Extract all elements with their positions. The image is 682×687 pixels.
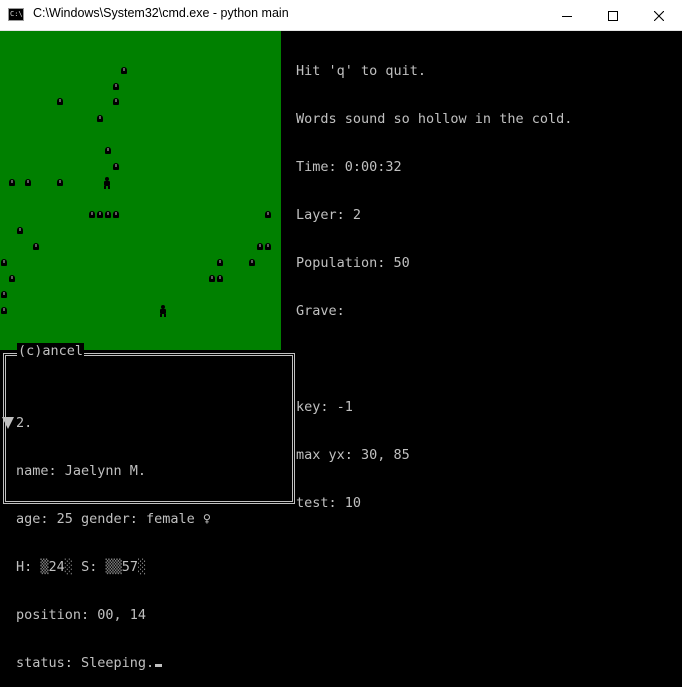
time-readout: Time: 0:00:32 <box>296 159 402 175</box>
character-stats: H: ▒24░ S: ▒▒57░ <box>16 559 211 575</box>
max-yx-readout: max yx: 30, 85 <box>296 447 410 463</box>
grave-icon <box>121 67 127 74</box>
sanity-label: S: <box>72 559 106 575</box>
health-label: H: <box>16 559 41 575</box>
maximize-button[interactable] <box>590 0 636 31</box>
grave-icon <box>265 211 271 218</box>
grave-icon <box>113 211 119 218</box>
grave-icon <box>1 259 7 266</box>
grave-icon <box>113 163 119 170</box>
grave-icon <box>33 243 39 250</box>
person-icon <box>159 305 167 317</box>
population-readout: Population: 50 <box>296 255 410 271</box>
grave-icon <box>265 243 271 250</box>
grave-icon <box>89 211 95 218</box>
grave-icon <box>1 291 7 298</box>
scroll-down-arrow-icon[interactable] <box>2 417 14 429</box>
character-status-line: status: Sleeping. <box>16 655 211 671</box>
grave-icon <box>113 83 119 90</box>
health-bar-icon: ▒ <box>40 559 49 575</box>
test-readout: test: 10 <box>296 495 362 511</box>
grave-icon <box>105 147 111 154</box>
grave-icon <box>9 179 15 186</box>
close-icon <box>654 10 664 21</box>
grave-icon <box>105 211 111 218</box>
sanity-bar-end-icon: ░ <box>137 559 147 575</box>
grave-icon <box>217 275 223 282</box>
grave-icon <box>113 98 119 105</box>
cancel-option[interactable]: (c)ancel <box>17 343 85 359</box>
graveyard-map <box>0 31 281 350</box>
window-title: C:\Windows\System32\cmd.exe - python mai… <box>33 6 289 20</box>
grave-icon <box>9 275 15 282</box>
info-panel: Hit 'q' to quit. Words sound so hollow i… <box>296 31 572 527</box>
title-bar[interactable]: C:\ C:\Windows\System32\cmd.exe - python… <box>0 0 682 31</box>
character-index: 2. <box>16 415 33 431</box>
grave-icon <box>97 115 103 122</box>
grave-readout: Grave: <box>296 303 345 319</box>
cmd-console-icon[interactable]: C:\ <box>8 8 24 21</box>
grave-icon <box>17 227 23 234</box>
grave-icon <box>217 259 223 266</box>
layer-readout: Layer: 2 <box>296 207 362 223</box>
grave-icon <box>57 179 63 186</box>
grave-icon <box>1 307 7 314</box>
text-cursor <box>155 664 163 667</box>
character-name: name: Jaelynn M. <box>16 463 147 479</box>
character-position: position: 00, 14 <box>16 607 147 623</box>
health-value: 24 <box>48 559 65 575</box>
close-button[interactable] <box>636 0 682 31</box>
health-bar-end-icon: ░ <box>64 559 73 575</box>
grave-icon <box>25 179 31 186</box>
maximize-icon <box>608 10 618 21</box>
minimize-button[interactable] <box>544 0 590 31</box>
key-readout: key: -1 <box>296 399 353 415</box>
grave-icon <box>249 259 255 266</box>
sanity-bar-icon: ▒▒ <box>105 559 122 575</box>
sanity-value: 57 <box>121 559 138 575</box>
character-status: status: Sleeping. <box>16 655 155 671</box>
message-text: Words sound so hollow in the cold. <box>296 111 573 127</box>
character-details: 2. name: Jaelynn M. age: 25 gender: fema… <box>16 383 211 687</box>
quit-hint: Hit 'q' to quit. <box>296 63 427 79</box>
grave-icon <box>257 243 263 250</box>
character-age-gender: age: 25 gender: female ♀ <box>16 511 212 527</box>
grave-icon <box>209 275 215 282</box>
grave-icon <box>97 211 103 218</box>
person-icon <box>103 177 111 189</box>
minimize-icon <box>562 15 572 17</box>
grave-icon <box>57 98 63 105</box>
